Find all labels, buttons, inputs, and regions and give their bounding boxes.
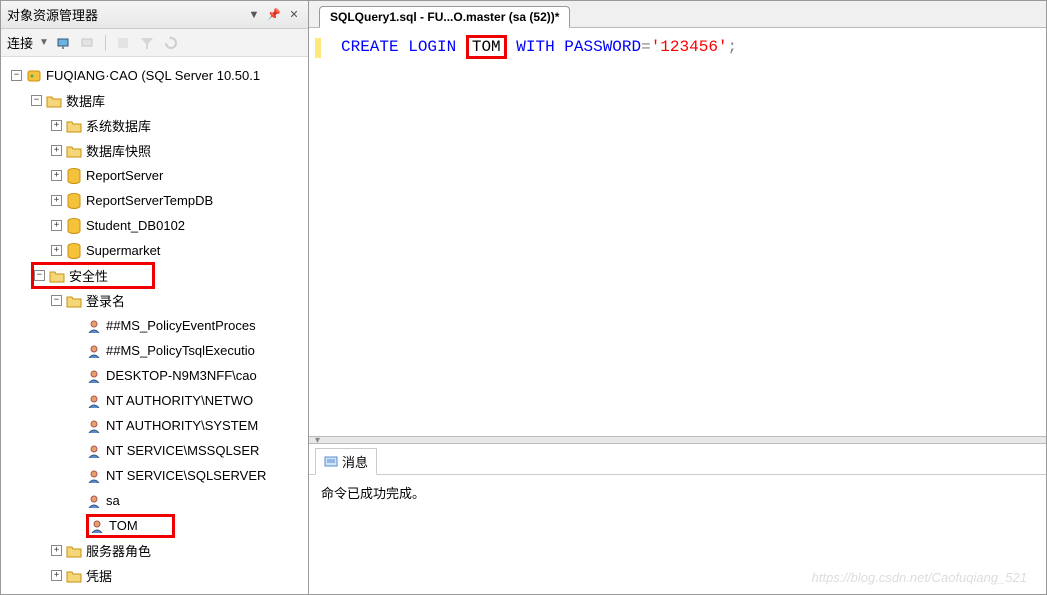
expand-icon[interactable]: +	[51, 220, 62, 231]
tree-snapshot-node[interactable]: + 数据库快照	[1, 138, 308, 163]
messages-panel: 消息 命令已成功完成。	[309, 444, 1046, 594]
collapse-icon[interactable]: −	[11, 70, 22, 81]
close-icon[interactable]: ✕	[286, 7, 302, 23]
sql-password-value: '123456'	[651, 38, 728, 56]
tree-login-item[interactable]: NT SERVICE\SQLSERVER	[1, 463, 308, 488]
folder-icon	[49, 268, 65, 284]
sql-token: LOGIN	[408, 38, 456, 56]
expand-icon[interactable]: +	[51, 195, 62, 206]
refresh-icon[interactable]	[162, 34, 180, 52]
login-icon	[86, 418, 102, 434]
tree-server-node[interactable]: − FUQIANG·CAO (SQL Server 10.50.1	[1, 63, 308, 88]
panel-title: 对象资源管理器	[7, 5, 98, 24]
expand-icon[interactable]: +	[51, 145, 62, 156]
editor-gutter	[315, 38, 321, 58]
database-icon	[66, 218, 82, 234]
messages-tab[interactable]: 消息	[315, 448, 377, 475]
login-icon	[86, 493, 102, 509]
login-icon	[86, 343, 102, 359]
tree-login-item[interactable]: ##MS_PolicyEventProces	[1, 313, 308, 338]
splitter[interactable]: ▾	[309, 436, 1046, 444]
collapse-icon[interactable]: −	[31, 95, 42, 106]
database-icon	[66, 168, 82, 184]
sql-editor[interactable]: CREATE LOGIN TOM WITH PASSWORD='123456';	[309, 28, 1046, 436]
tab-label: SQLQuery1.sql - FU...O.master (sa (52))*	[330, 10, 559, 24]
sql-line: CREATE LOGIN TOM WITH PASSWORD='123456';	[341, 38, 737, 426]
folder-icon	[66, 543, 82, 559]
tree-login-item[interactable]: NT SERVICE\MSSQLSER	[1, 438, 308, 463]
login-icon	[86, 368, 102, 384]
tree-login-item[interactable]: DESKTOP-N9M3NFF\cao	[1, 363, 308, 388]
sql-token: PASSWORD	[564, 38, 641, 56]
collapse-icon[interactable]: −	[34, 270, 45, 281]
object-explorer-toolbar: 连接 ▼	[1, 29, 308, 57]
expand-icon[interactable]: +	[51, 170, 62, 181]
tree-login-item[interactable]: sa	[1, 488, 308, 513]
sql-token: ;	[728, 38, 738, 56]
dropdown-icon[interactable]: ▼	[246, 7, 262, 23]
editor-tab-bar: SQLQuery1.sql - FU...O.master (sa (52))*	[309, 1, 1046, 28]
tree-db-node[interactable]: + ReportServerTempDB	[1, 188, 308, 213]
sql-token: CREATE	[341, 38, 399, 56]
collapse-icon[interactable]: −	[51, 295, 62, 306]
database-icon	[66, 243, 82, 259]
login-icon	[89, 518, 105, 534]
tree-login-item[interactable]: ##MS_PolicyTsqlExecutio	[1, 338, 308, 363]
login-icon	[86, 443, 102, 459]
connect-icon[interactable]	[55, 34, 73, 52]
tree-db-node[interactable]: + Student_DB0102	[1, 213, 308, 238]
expand-icon[interactable]: +	[51, 120, 62, 131]
messages-tab-label: 消息	[342, 452, 368, 471]
folder-icon	[66, 143, 82, 159]
sql-login-name: TOM	[472, 38, 501, 56]
tree-db-node[interactable]: + Supermarket	[1, 238, 308, 263]
toolbar-separator	[105, 35, 106, 51]
filter-icon[interactable]	[138, 34, 156, 52]
object-explorer-tree[interactable]: − FUQIANG·CAO (SQL Server 10.50.1 − 数据库 …	[1, 57, 308, 594]
folder-icon	[66, 118, 82, 134]
tree-login-item[interactable]: NT AUTHORITY\SYSTEM	[1, 413, 308, 438]
sql-token: WITH	[516, 38, 554, 56]
tree-security-node[interactable]: − 安全性	[1, 263, 308, 288]
database-icon	[66, 193, 82, 209]
expand-icon[interactable]: +	[51, 545, 62, 556]
expand-icon[interactable]: +	[51, 245, 62, 256]
sql-token: =	[641, 38, 651, 56]
editor-tab[interactable]: SQLQuery1.sql - FU...O.master (sa (52))*	[319, 6, 570, 28]
tree-credentials-node[interactable]: + 凭据	[1, 563, 308, 588]
tree-login-tom[interactable]: TOM	[1, 513, 308, 538]
login-icon	[86, 468, 102, 484]
connect-label[interactable]: 连接	[7, 33, 33, 52]
login-icon	[86, 318, 102, 334]
object-explorer-header: 对象资源管理器 ▼ 📌 ✕	[1, 1, 308, 29]
tree-db-node[interactable]: + ReportServer	[1, 163, 308, 188]
tree-login-item[interactable]: NT AUTHORITY\NETWO	[1, 388, 308, 413]
tree-sysdb-node[interactable]: + 系统数据库	[1, 113, 308, 138]
login-icon	[86, 393, 102, 409]
expand-icon[interactable]: +	[51, 570, 62, 581]
stop-icon[interactable]	[114, 34, 132, 52]
pin-icon[interactable]: 📌	[266, 7, 282, 23]
folder-icon	[66, 293, 82, 309]
tree-logins-node[interactable]: − 登录名	[1, 288, 308, 313]
messages-body: 命令已成功完成。	[309, 475, 1046, 510]
server-icon	[26, 68, 42, 84]
disconnect-icon[interactable]	[79, 34, 97, 52]
tree-databases-node[interactable]: − 数据库	[1, 88, 308, 113]
message-icon	[324, 455, 338, 469]
folder-icon	[46, 93, 62, 109]
folder-icon	[66, 568, 82, 584]
tree-server-roles-node[interactable]: + 服务器角色	[1, 538, 308, 563]
